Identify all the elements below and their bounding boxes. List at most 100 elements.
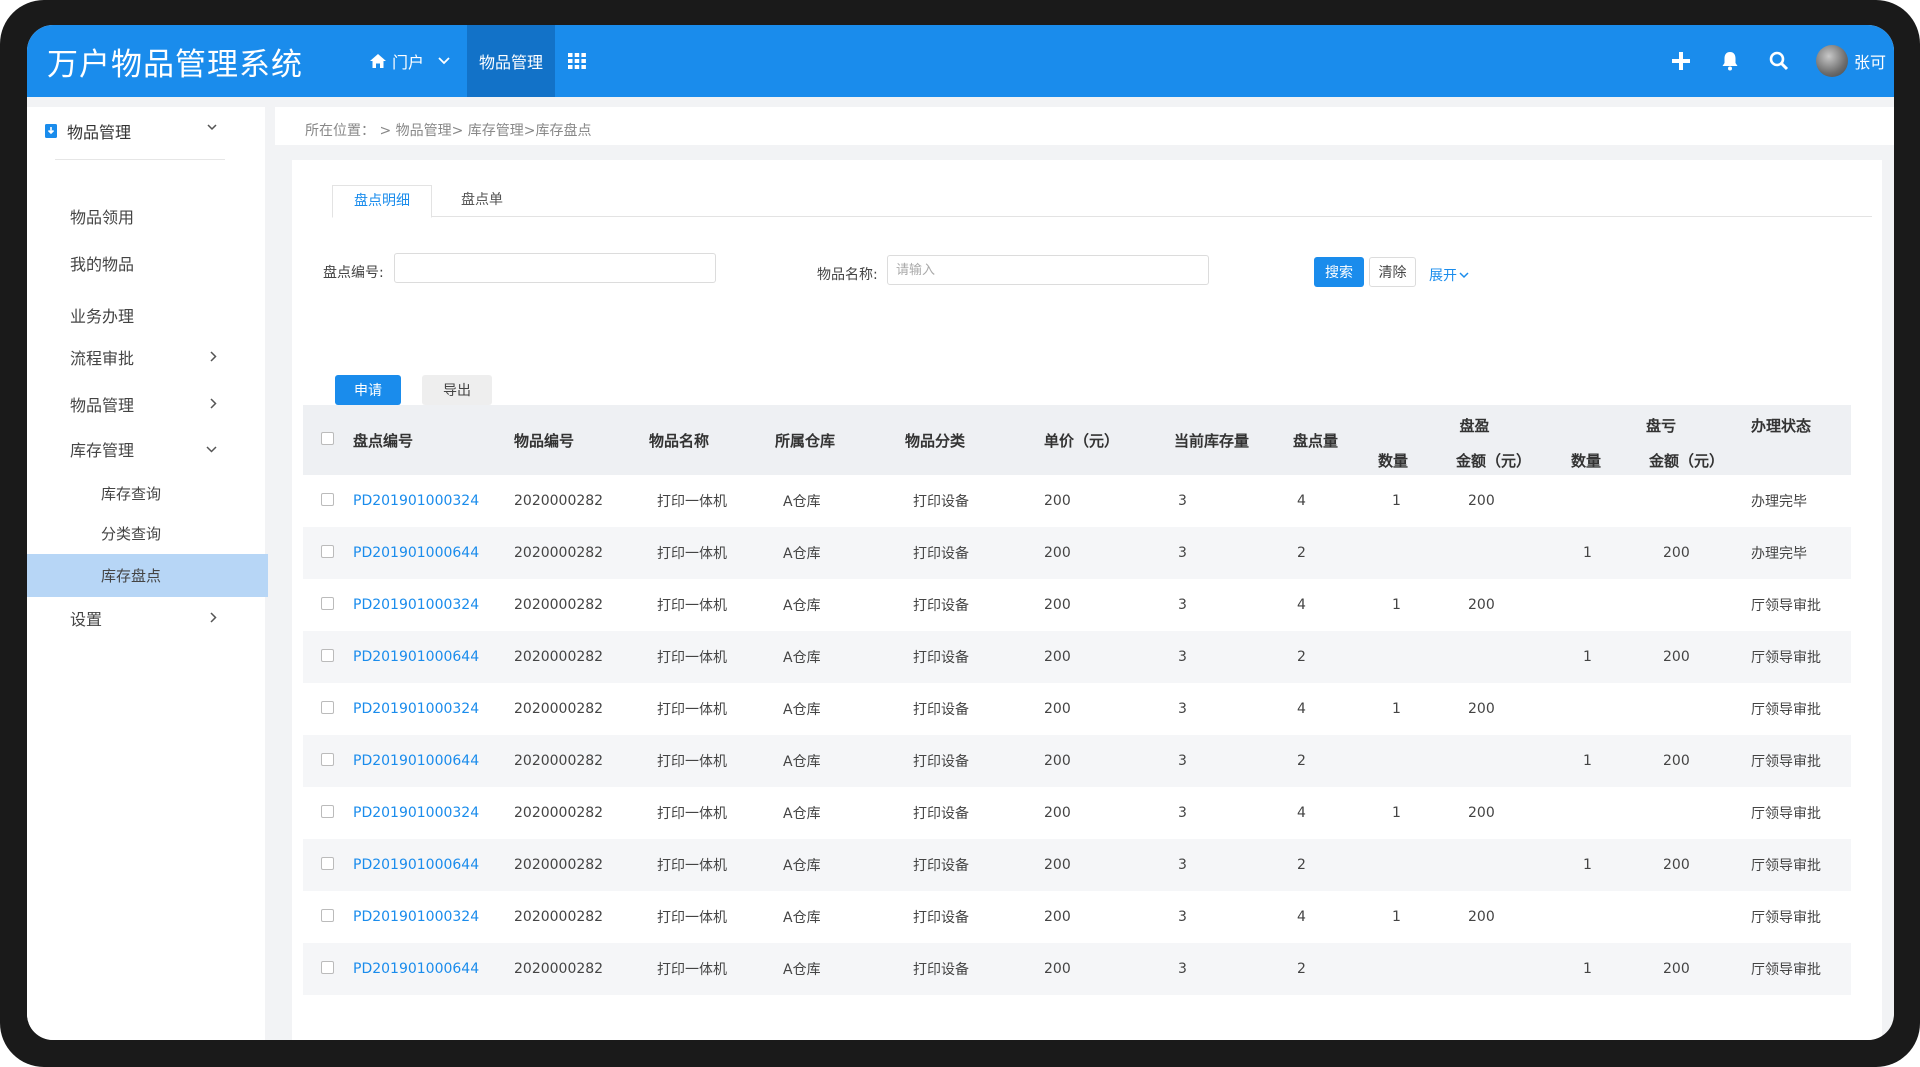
sidebar-item-category-query[interactable]: 分类查询 <box>27 513 265 553</box>
table-row[interactable]: PD201901000324 2020000282 打印一体机 A仓库 打印设备 200 3… <box>303 683 1851 735</box>
row-checkbox[interactable] <box>321 544 334 558</box>
table-row[interactable]: PD201901000324 2020000282 打印一体机 A仓库 打印设备 200 3… <box>303 787 1851 839</box>
expand-filters-button[interactable]: 展开 <box>1429 265 1469 285</box>
cell-category: 打印设备 <box>905 527 1044 579</box>
cell-category: 打印设备 <box>905 943 1044 995</box>
clear-button[interactable]: 清除 <box>1369 257 1416 287</box>
search-icon <box>1770 51 1789 71</box>
cell-status: 厅领导审批 <box>1751 910 1822 926</box>
sidebar-item-label: 业务办理 <box>70 307 135 326</box>
cell-stock: 3 <box>1178 493 1187 509</box>
col-category[interactable]: 物品分类 <box>905 405 1044 475</box>
row-checkbox[interactable] <box>321 804 334 818</box>
add-button[interactable] <box>1657 25 1706 97</box>
row-checkbox[interactable] <box>321 960 334 974</box>
col-warehouse[interactable]: 所属仓库 <box>775 405 905 475</box>
row-checkbox[interactable] <box>321 700 334 714</box>
col-status[interactable]: 办理状态 <box>1751 405 1852 445</box>
sidebar-item-label: 物品管理 <box>70 396 135 415</box>
sidebar-item-stock-query[interactable]: 库存查询 <box>27 473 265 513</box>
col-loss-amount[interactable]: 金额（元） <box>1649 445 1752 475</box>
main-panel: 盘点明细 盘点单 盘点编号: 物品名称: 搜索 清除 展开 申请 导出 <box>292 160 1882 1040</box>
col-price[interactable]: 单价（元） <box>1044 405 1174 475</box>
cell-loss-amount <box>1649 579 1751 631</box>
sidebar-item-settings[interactable]: 设置 <box>27 598 265 638</box>
row-checkbox[interactable] <box>321 596 334 610</box>
apps-menu-button[interactable] <box>555 25 604 97</box>
sidebar-item-my-items[interactable]: 我的物品 <box>27 243 265 283</box>
cell-item-name: 打印一体机 <box>649 839 775 891</box>
col-surplus-qty[interactable]: 数量 <box>1378 445 1456 475</box>
cell-code[interactable]: PD201901000644 <box>353 527 514 579</box>
search-button[interactable] <box>1755 25 1804 97</box>
row-checkbox[interactable] <box>321 492 334 506</box>
cell-code[interactable]: PD201901000644 <box>353 839 514 891</box>
sidebar-item-requisition[interactable]: 物品领用 <box>27 196 265 236</box>
name-filter-input[interactable] <box>887 255 1209 285</box>
table-row[interactable]: PD201901000644 2020000282 打印一体机 A仓库 打印设备 200 3… <box>303 943 1852 995</box>
nav-portal[interactable]: 门户 <box>357 25 467 97</box>
cell-warehouse: A仓库 <box>775 631 905 683</box>
export-button[interactable]: 导出 <box>422 375 492 405</box>
cell-code[interactable]: PD201901000644 <box>353 735 514 787</box>
app-screen: 万户物品管理系统 门户 物品管理 张可 物品管理 物品领用 我的物品 业务办理 … <box>27 25 1894 1040</box>
cell-code[interactable]: PD201901000324 <box>353 891 514 943</box>
sidebar-item-stocktaking[interactable]: 库存盘点 <box>27 554 268 597</box>
row-checkbox[interactable] <box>321 908 334 922</box>
table-row[interactable]: PD201901000644 2020000282 打印一体机 A仓库 打印设备 200 3… <box>303 839 1852 891</box>
col-surplus: 盘盈 <box>1378 405 1572 445</box>
cell-surplus-amount <box>1456 839 1572 891</box>
cell-loss-amount: 200 <box>1649 943 1752 995</box>
cell-loss-amount: 200 <box>1649 839 1752 891</box>
col-item-name[interactable]: 物品名称 <box>649 405 775 475</box>
apply-button[interactable]: 申请 <box>335 375 401 405</box>
nav-item-management[interactable]: 物品管理 <box>467 25 556 97</box>
table-row[interactable]: PD201901000324 2020000282 打印一体机 A仓库 打印设备 200 3… <box>303 579 1851 631</box>
user-name[interactable]: 张可 <box>1854 49 1886 73</box>
tab-count-detail[interactable]: 盘点明细 <box>332 185 432 218</box>
notifications-button[interactable] <box>1706 25 1755 97</box>
table-row[interactable]: PD201901000644 2020000282 打印一体机 A仓库 打印设备 200 3… <box>303 735 1852 787</box>
row-checkbox[interactable] <box>321 856 334 870</box>
cell-loss-qty <box>1571 787 1649 839</box>
select-all-checkbox[interactable] <box>321 432 334 445</box>
col-count[interactable]: 盘点量 <box>1293 405 1378 475</box>
table-row[interactable]: PD201901000324 2020000282 打印一体机 A仓库 打印设备 200 3… <box>303 891 1851 943</box>
tab-count-sheet[interactable]: 盘点单 <box>452 185 512 218</box>
col-item-no[interactable]: 物品编号 <box>514 405 649 475</box>
grid-icon <box>568 53 586 69</box>
cell-code[interactable]: PD201901000644 <box>353 943 514 995</box>
cell-status: 办理完毕 <box>1751 494 1808 510</box>
search-button[interactable]: 搜索 <box>1314 257 1364 287</box>
table-row[interactable]: PD201901000324 2020000282 打印一体机 A仓库 打印设备 200 3… <box>303 475 1851 527</box>
col-surplus-amount[interactable]: 金额（元） <box>1456 445 1572 475</box>
col-loss-qty[interactable]: 数量 <box>1571 445 1650 475</box>
cell-surplus-qty: 1 <box>1392 597 1401 613</box>
cell-warehouse: A仓库 <box>775 839 905 891</box>
sidebar-section-header[interactable]: 物品管理 <box>27 107 265 155</box>
table-row[interactable]: PD201901000644 2020000282 打印一体机 A仓库 打印设备 200 3… <box>303 527 1852 579</box>
cell-code[interactable]: PD201901000324 <box>353 787 514 839</box>
cell-code[interactable]: PD201901000324 <box>353 475 514 527</box>
cell-stock: 3 <box>1174 631 1293 683</box>
cell-code[interactable]: PD201901000324 <box>353 579 514 631</box>
sidebar-item-label: 设置 <box>70 610 103 629</box>
sidebar-item-label: 流程审批 <box>70 349 135 368</box>
cell-surplus-qty <box>1378 527 1456 579</box>
sidebar-item-inventory[interactable]: 库存管理 <box>27 429 265 469</box>
row-checkbox[interactable] <box>321 648 334 662</box>
cell-item-name: 打印一体机 <box>649 527 775 579</box>
col-stock[interactable]: 当前库存量 <box>1174 405 1293 475</box>
table-row[interactable]: PD201901000644 2020000282 打印一体机 A仓库 打印设备 200 3… <box>303 631 1852 683</box>
row-checkbox[interactable] <box>321 752 334 766</box>
col-code[interactable]: 盘点编号 <box>353 405 514 475</box>
sidebar-item-approval[interactable]: 流程审批 <box>27 337 265 377</box>
cell-code[interactable]: PD201901000644 <box>353 631 514 683</box>
sidebar-item-item-management[interactable]: 物品管理 <box>27 384 265 424</box>
cell-loss-amount: 200 <box>1649 527 1752 579</box>
cell-price: 200 <box>1044 839 1174 891</box>
cell-code[interactable]: PD201901000324 <box>353 683 514 735</box>
sidebar-item-business[interactable]: 业务办理 <box>27 295 265 335</box>
avatar[interactable] <box>1815 45 1848 77</box>
code-filter-input[interactable] <box>394 253 716 283</box>
